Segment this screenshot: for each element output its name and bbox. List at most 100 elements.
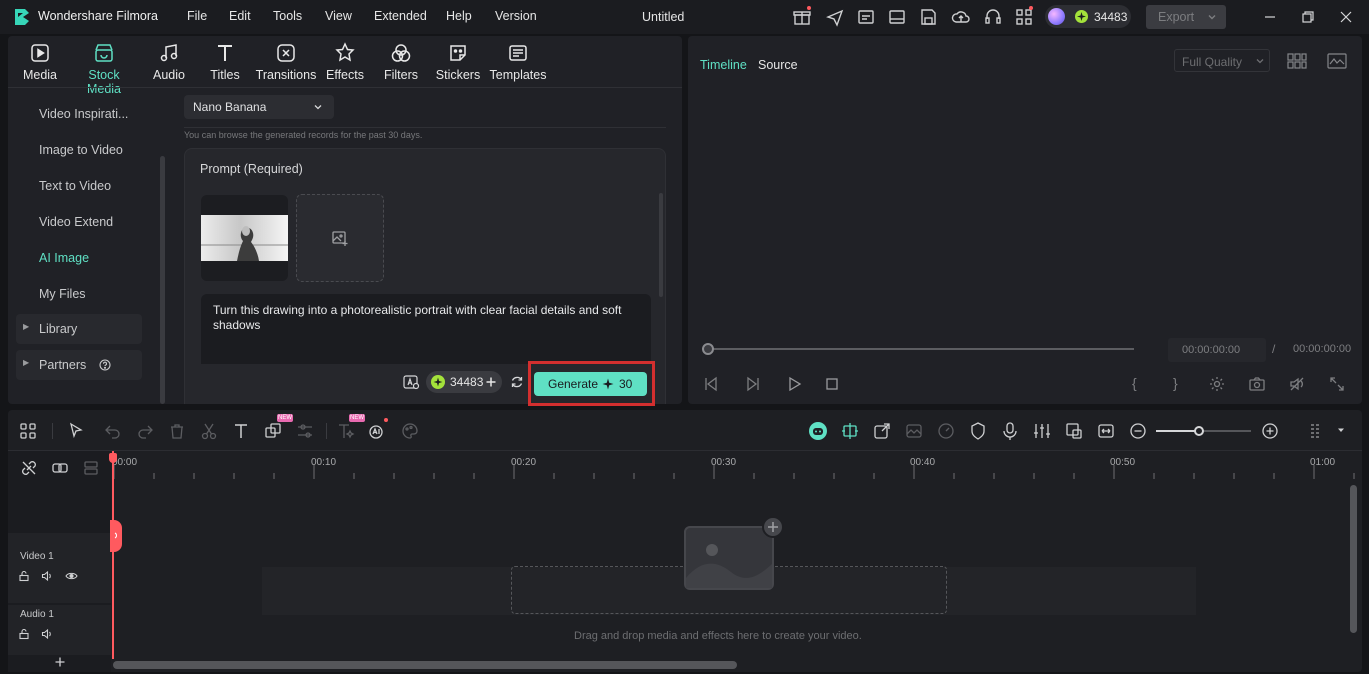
volume-icon[interactable] — [41, 570, 53, 582]
tab-media[interactable]: Media — [9, 42, 71, 84]
playhead-grab-tab[interactable] — [110, 520, 122, 552]
headset-icon[interactable] — [983, 7, 1003, 27]
unlink-icon[interactable] — [20, 459, 38, 477]
add-track-icon[interactable] — [54, 656, 66, 668]
image-adjust-icon[interactable] — [904, 421, 924, 441]
chevron-down-icon[interactable] — [1336, 425, 1346, 435]
grid-view-icon[interactable] — [1287, 52, 1307, 70]
text-tool-icon[interactable] — [231, 421, 251, 441]
tab-filters[interactable]: Filters — [370, 42, 432, 84]
menu-file[interactable]: File — [187, 9, 207, 23]
timeline-menu-icon[interactable] — [1308, 421, 1328, 441]
sidebar-item-video-extend[interactable]: Video Extend — [39, 215, 113, 229]
sidebar-group-library[interactable]: ▶ Library — [16, 314, 142, 344]
undo-icon[interactable] — [103, 421, 123, 441]
volume-icon[interactable] — [41, 628, 53, 640]
zoom-in-icon[interactable] — [1260, 421, 1280, 441]
save-icon[interactable] — [918, 7, 938, 27]
gift-icon[interactable] — [792, 7, 812, 27]
color-palette-icon[interactable] — [400, 421, 420, 441]
link-clips-icon[interactable] — [51, 459, 69, 477]
prompt-card-scrollbar[interactable] — [659, 193, 663, 297]
play-icon[interactable] — [785, 375, 803, 393]
tab-templates[interactable]: Templates — [487, 42, 549, 84]
delete-icon[interactable] — [167, 421, 187, 441]
menu-tools[interactable]: Tools — [273, 9, 302, 23]
send-icon[interactable] — [825, 7, 845, 27]
tab-effects[interactable]: Effects — [314, 42, 376, 84]
shield-icon[interactable] — [968, 421, 988, 441]
ai-settings-icon[interactable] — [402, 373, 420, 391]
sidebar-item-video-inspiration[interactable]: Video Inspirati... — [39, 107, 128, 121]
settings-gear-icon[interactable] — [1208, 375, 1226, 393]
snapshot-camera-icon[interactable] — [1248, 375, 1266, 393]
replace-media-icon[interactable] — [1064, 421, 1084, 441]
snap-icon[interactable] — [840, 421, 860, 441]
menu-extended[interactable]: Extended — [374, 9, 427, 23]
stop-icon[interactable] — [823, 375, 841, 393]
zoom-slider-handle[interactable] — [1194, 426, 1204, 436]
playhead-line[interactable] — [112, 451, 114, 659]
mail-icon[interactable] — [856, 7, 876, 27]
audio-mute-icon[interactable] — [1288, 375, 1306, 393]
prompt-textarea[interactable]: Turn this drawing into a photorealistic … — [201, 294, 651, 364]
timeline-vertical-scrollbar[interactable] — [1350, 485, 1357, 633]
microphone-icon[interactable] — [1000, 421, 1020, 441]
close-icon[interactable] — [1339, 10, 1353, 24]
generate-button[interactable]: Generate 30 — [534, 372, 647, 396]
track-manager-icon[interactable] — [82, 459, 100, 477]
tab-transitions[interactable]: Transitions — [255, 42, 317, 84]
adjust-sliders-icon[interactable] — [295, 421, 315, 441]
sidebar-item-my-files[interactable]: My Files — [39, 287, 86, 301]
layout-icon[interactable] — [887, 7, 907, 27]
waveform-monitor-icon[interactable] — [1327, 52, 1347, 70]
ai-mate-icon[interactable] — [808, 421, 828, 441]
redo-icon[interactable] — [135, 421, 155, 441]
previous-frame-icon[interactable] — [702, 375, 720, 393]
menu-help[interactable]: Help — [446, 9, 472, 23]
quality-select[interactable]: Full Quality — [1174, 49, 1270, 72]
tab-timeline[interactable]: Timeline — [700, 58, 747, 72]
menu-edit[interactable]: Edit — [229, 9, 251, 23]
account-credits-pill[interactable]: 34483 — [1045, 5, 1131, 28]
cloud-upload-icon[interactable] — [951, 7, 971, 27]
next-frame-icon[interactable] — [744, 375, 762, 393]
credits-balance-pill[interactable]: 34483 — [426, 371, 502, 393]
sidebar-group-partners[interactable]: ▶ Partners — [16, 350, 142, 380]
lock-icon[interactable] — [18, 628, 30, 640]
refresh-icon[interactable] — [510, 375, 524, 389]
help-icon[interactable] — [99, 359, 111, 371]
playback-progress-track[interactable] — [708, 348, 1134, 350]
fit-timeline-icon[interactable] — [1096, 421, 1116, 441]
add-media-plus-icon[interactable] — [762, 516, 784, 538]
layout-grid-icon[interactable] — [18, 421, 38, 441]
add-image-slot[interactable] — [296, 194, 384, 282]
crop-transform-icon[interactable] — [263, 421, 283, 441]
mark-in-icon[interactable]: { — [1132, 375, 1137, 391]
split-scissors-icon[interactable] — [199, 421, 219, 441]
tab-stock-media[interactable]: Stock Media — [73, 42, 135, 96]
playback-progress-handle[interactable] — [702, 343, 714, 355]
menu-version[interactable]: Version — [495, 9, 537, 23]
tab-audio[interactable]: Audio — [138, 42, 200, 84]
tab-stickers[interactable]: Stickers — [427, 42, 489, 84]
menu-view[interactable]: View — [325, 9, 352, 23]
audio-mixer-icon[interactable] — [1032, 421, 1052, 441]
export-button[interactable]: Export — [1146, 5, 1226, 29]
playhead-head[interactable] — [109, 453, 117, 463]
mark-out-icon[interactable]: } — [1173, 375, 1178, 391]
timeline-ruler[interactable] — [111, 451, 1362, 479]
sidebar-scrollbar[interactable] — [160, 156, 165, 404]
current-time-field[interactable]: 00:00:00:00 — [1168, 338, 1266, 362]
sidebar-item-ai-image[interactable]: AI Image — [39, 251, 89, 265]
restore-icon[interactable] — [1301, 10, 1315, 24]
sidebar-item-text-to-video[interactable]: Text to Video — [39, 179, 111, 193]
select-cursor-icon[interactable] — [66, 421, 86, 441]
plus-icon[interactable] — [485, 376, 497, 388]
tab-titles[interactable]: Titles — [194, 42, 256, 84]
apps-grid-icon[interactable] — [1014, 7, 1034, 27]
zoom-out-icon[interactable] — [1128, 421, 1148, 441]
sidebar-item-image-to-video[interactable]: Image to Video — [39, 143, 123, 157]
eye-icon[interactable] — [65, 570, 78, 582]
speed-icon[interactable] — [936, 421, 956, 441]
